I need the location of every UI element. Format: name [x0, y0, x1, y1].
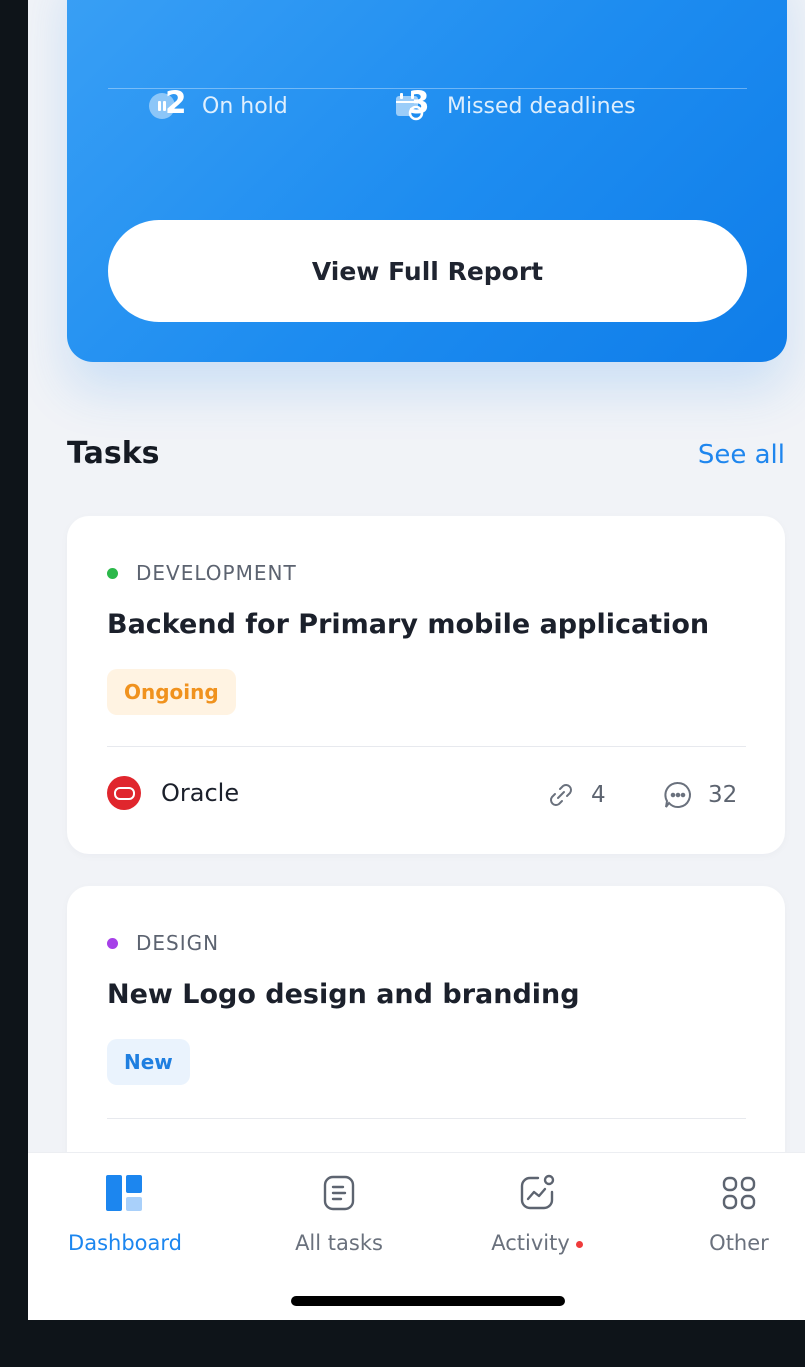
category-dot — [107, 567, 118, 579]
tasks-heading: Tasks — [67, 436, 160, 471]
nav-dashboard[interactable]: Dashboard — [50, 1171, 200, 1255]
dashboard-icon — [106, 1175, 142, 1211]
task-list-icon — [323, 1175, 355, 1211]
on-hold-label: On hold — [202, 94, 288, 119]
nav-all-tasks[interactable]: All tasks — [264, 1171, 414, 1255]
oracle-logo-icon — [107, 776, 141, 810]
nav-activity-label: Activity — [462, 1231, 612, 1255]
stat-value-2: 7 — [319, 0, 360, 8]
missed-deadlines-label: Missed deadlines — [447, 94, 636, 119]
summary-card: 12 7 24 2 On hold 3 Missed deadlines Vie… — [67, 0, 787, 362]
activity-chart-icon — [520, 1174, 555, 1210]
app-screen: 12 7 24 2 On hold 3 Missed deadlines Vie… — [28, 0, 805, 1320]
on-hold-count: 2 — [165, 85, 187, 121]
card-divider — [107, 746, 746, 747]
category-dot — [107, 937, 118, 949]
comment-icon — [664, 781, 691, 808]
task-title: Backend for Primary mobile application — [107, 609, 710, 640]
notification-dot — [575, 1240, 583, 1248]
view-full-report-button[interactable]: View Full Report — [108, 220, 747, 322]
task-company: Oracle — [107, 776, 239, 810]
company-name: Oracle — [161, 779, 240, 807]
see-all-link[interactable]: See all — [698, 440, 785, 470]
comments-count[interactable]: 32 — [662, 779, 737, 811]
grid-icon — [722, 1176, 756, 1210]
nav-activity-text: Activity — [491, 1231, 570, 1255]
nav-other[interactable]: Other — [664, 1171, 805, 1255]
task-category: DEVELOPMENT — [107, 561, 297, 585]
status-badge: New — [107, 1039, 190, 1085]
card-divider — [107, 1118, 746, 1119]
comments-value: 32 — [708, 782, 738, 808]
links-value: 4 — [591, 782, 606, 808]
bottom-navigation: Dashboard All tasks Activity Other — [28, 1152, 805, 1320]
nav-dashboard-label: Dashboard — [68, 1231, 182, 1255]
task-card[interactable]: DEVELOPMENT Backend for Primary mobile a… — [67, 516, 785, 854]
stat-value-1: 12 — [117, 0, 197, 8]
category-label: DEVELOPMENT — [136, 561, 297, 585]
nav-activity[interactable]: Activity — [462, 1171, 612, 1255]
missed-deadlines-count: 3 — [408, 85, 430, 121]
stat-value-3: 24 — [519, 0, 599, 8]
home-indicator — [291, 1296, 565, 1306]
task-category: DESIGN — [107, 931, 219, 955]
link-icon — [550, 784, 572, 806]
task-title: New Logo design and branding — [107, 979, 580, 1010]
category-label: DESIGN — [136, 931, 220, 955]
status-badge: Ongoing — [107, 669, 236, 715]
nav-other-label: Other — [709, 1231, 769, 1255]
links-count[interactable]: 4 — [545, 779, 606, 811]
nav-all-tasks-label: All tasks — [295, 1231, 383, 1255]
